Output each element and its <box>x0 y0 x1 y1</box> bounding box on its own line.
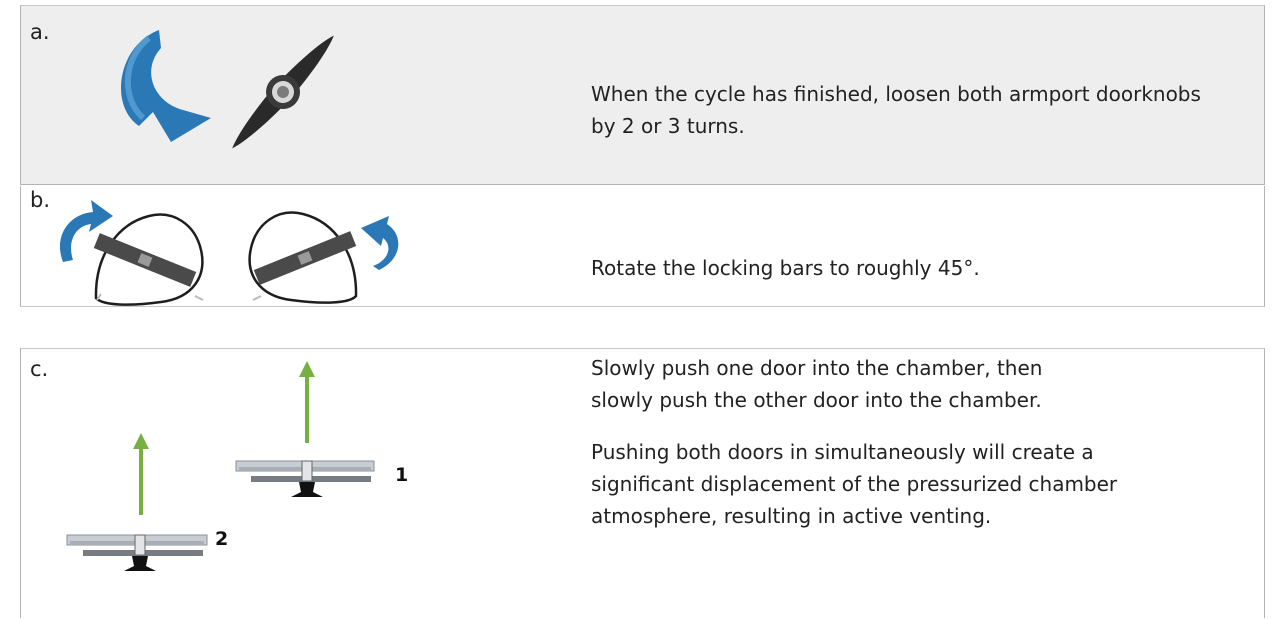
door-2-icon <box>66 433 208 571</box>
rotate-locking-bars-figure <box>59 200 399 306</box>
step-c-text: Slowly push one door into the chamber, t… <box>591 352 1231 532</box>
rotate-arrow-icon <box>120 30 211 142</box>
step-b-panel: b. Rotate the locking bars to roughly 45… <box>20 186 1265 307</box>
step-c-panel: c. 1 2 Slowly push one door into the cha… <box>20 348 1265 618</box>
door-2-number: 2 <box>215 528 228 550</box>
door-1-icon <box>235 361 375 497</box>
right-door-icon <box>248 211 358 304</box>
step-c-paragraph-1: Slowly push one door into the chamber, t… <box>591 356 1043 412</box>
rotate-right-arrow-icon <box>361 216 399 270</box>
doorknob-icon <box>232 35 334 149</box>
step-a-text: When the cycle has finished, loosen both… <box>591 82 1201 138</box>
left-door-icon <box>93 213 204 306</box>
step-b-text: Rotate the locking bars to roughly 45°. <box>591 256 980 280</box>
step-a-panel: a. When the cycle has finished, loosen b… <box>20 5 1265 185</box>
push-doors-figure: 1 2 <box>66 361 408 571</box>
loosen-doorknob-figure <box>120 30 334 149</box>
door-1-number: 1 <box>395 464 408 486</box>
step-c-paragraph-2: Pushing both doors in simultaneously wil… <box>591 440 1118 528</box>
